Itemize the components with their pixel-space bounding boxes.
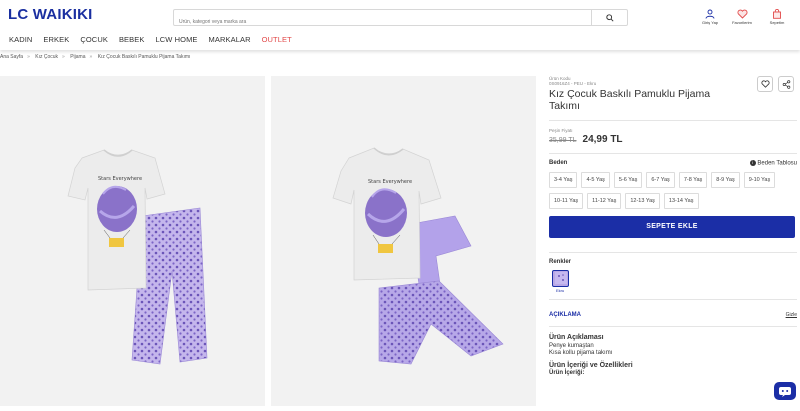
size-option[interactable]: 9-10 Yaş — [743, 171, 776, 188]
size-option[interactable]: 10-11 Yaş — [549, 192, 584, 209]
nav-item-outlet[interactable]: OUTLET — [262, 35, 292, 47]
divider — [549, 153, 797, 154]
brand-logo[interactable]: LC WAIKIKI — [8, 6, 93, 23]
breadcrumb-item-home[interactable]: Ana Sayfa — [0, 54, 23, 60]
size-table-label: Beden Tablosu — [757, 160, 797, 167]
color-name: Ekru — [556, 287, 565, 293]
breadcrumb-item-subcategory[interactable]: Pijama — [70, 54, 85, 60]
heart-icon — [760, 80, 770, 88]
colors-label: Renkler — [549, 258, 572, 265]
divider — [549, 120, 797, 121]
breadcrumb-separator: » — [89, 54, 93, 60]
price-row: 35,99 TL 24,99 TL — [549, 134, 797, 145]
add-to-cart-button[interactable]: SEPETE EKLE — [549, 215, 795, 238]
nav-item-cocuk[interactable]: ÇOCUK — [80, 35, 108, 47]
divider — [549, 325, 797, 327]
breadcrumb-item-current: Kız Çocuk Baskılı Pamuklu Pijama Takımı — [97, 54, 191, 60]
divider — [549, 298, 797, 300]
heart-icon — [736, 9, 748, 19]
size-option[interactable]: 12-13 Yaş — [625, 192, 660, 209]
favorites-link[interactable]: Favorilerim — [722, 9, 762, 25]
shopping-bag-icon — [773, 9, 781, 19]
info-icon: i — [749, 160, 756, 166]
pajama-set-angle-illustration: Stars Everywhere — [332, 147, 504, 365]
content-subtitle: Ürün İçeriği: — [549, 369, 585, 376]
content-title: Ürün İçeriği ve Özellikleri — [549, 361, 633, 369]
breadcrumb-separator: » — [27, 54, 30, 60]
product-info: Ürün Kodu 0S0916Z4 - PEU - Ekru Kız Çocu… — [549, 76, 797, 376]
description-header[interactable]: AÇIKLAMA Gizle — [549, 312, 797, 318]
size-options: 3-4 Yaş 4-5 Yaş 5-6 Yaş 6-7 Yaş 7-8 Yaş … — [549, 171, 797, 214]
breadcrumb-separator: » — [62, 54, 65, 60]
search-input[interactable] — [174, 14, 584, 30]
size-option[interactable]: 4-5 Yaş — [581, 171, 610, 188]
divider — [549, 251, 797, 253]
pajama-set-front-illustration: Stars Everywhere — [67, 149, 208, 365]
product-image-front[interactable]: Stars Everywhere — [0, 76, 265, 406]
share-button[interactable] — [778, 76, 794, 92]
size-label: Beden — [549, 160, 568, 166]
old-price: 35,99 TL — [549, 137, 577, 144]
description-subtitle: Ürün Açıklaması — [549, 333, 604, 341]
description-title: AÇIKLAMA — [549, 311, 581, 318]
swatch-thumbnail — [554, 272, 567, 285]
search-button[interactable] — [591, 10, 627, 25]
description-line: Kısa kollu pijama takımı — [549, 349, 613, 356]
share-icon — [782, 79, 790, 89]
favorite-button[interactable] — [757, 76, 773, 92]
breadcrumb: Ana Sayfa » Kız Çocuk » Pijama » Kız Çocuk … — [0, 54, 190, 60]
size-option[interactable]: 13-14 Yaş — [663, 192, 699, 209]
favorites-label: Favorilerim — [732, 20, 752, 25]
main-nav: KADIN ERKEK ÇOCUK BEBEK LCW HOME MARKALA… — [0, 35, 294, 47]
description-line: Penye kumaştan — [549, 342, 594, 349]
svg-text:Stars Everywhere: Stars Everywhere — [368, 179, 412, 185]
size-option[interactable]: 8-9 Yaş — [711, 171, 740, 188]
nav-item-kadin[interactable]: KADIN — [9, 35, 32, 47]
cart-label: Sepetim — [769, 20, 785, 25]
nav-item-lcw-home[interactable]: LCW HOME — [155, 35, 197, 47]
product-title: Kız Çocuk Baskılı Pamuklu Pijama Takımı — [549, 88, 711, 112]
price-label: Peşin Fiyatı — [549, 128, 573, 133]
nav-item-markalar[interactable]: MARKALAR — [209, 35, 251, 47]
color-swatch-ekru[interactable] — [552, 269, 569, 287]
size-option[interactable]: 7-8 Yaş — [678, 171, 708, 188]
nav-item-erkek[interactable]: ERKEK — [43, 35, 69, 47]
chat-button[interactable] — [774, 382, 796, 400]
chat-bot-icon — [779, 386, 791, 397]
cart-link[interactable]: Sepetim — [757, 9, 797, 25]
search-icon — [605, 13, 614, 22]
size-option[interactable]: 11-12 Yaş — [587, 192, 622, 209]
size-header: Beden i Beden Tablosu — [549, 160, 797, 167]
product-image-angle[interactable]: Stars Everywhere — [271, 76, 536, 406]
svg-text:Stars Everywhere: Stars Everywhere — [98, 176, 142, 182]
size-option[interactable]: 6-7 Yaş — [646, 171, 675, 188]
site-header: LC WAIKIKI Giriş Yap Favorilerim Sepetim… — [0, 0, 800, 50]
size-table-link[interactable]: i Beden Tablosu — [749, 160, 797, 167]
size-option[interactable]: 3-4 Yaş — [549, 171, 578, 188]
description-toggle[interactable]: Gizle — [786, 312, 797, 318]
breadcrumb-item-category[interactable]: Kız Çocuk — [35, 54, 58, 60]
nav-item-bebek[interactable]: BEBEK — [119, 35, 145, 47]
size-option[interactable]: 5-6 Yaş — [613, 171, 643, 188]
current-price: 24,99 TL — [582, 134, 623, 145]
user-icon — [705, 9, 715, 19]
search-bar — [173, 9, 628, 30]
